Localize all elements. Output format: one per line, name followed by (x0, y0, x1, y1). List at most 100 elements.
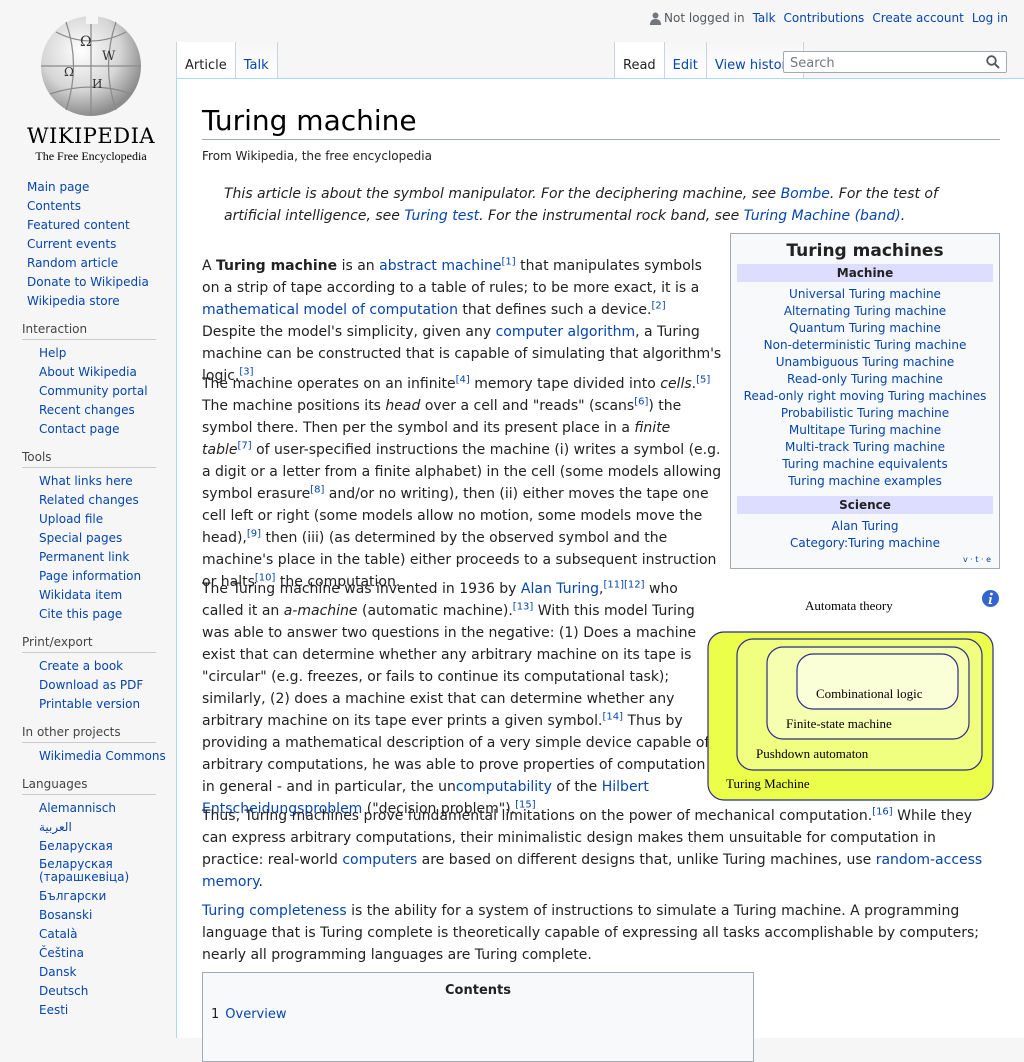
sidebar-item-what-links-here[interactable]: What links here (39, 472, 176, 491)
sidebar-item-lang-1[interactable]: العربية (39, 818, 176, 837)
article-link[interactable]: computers (342, 852, 417, 868)
sidebar-item-alemannisch[interactable]: Alemannisch (39, 799, 176, 818)
hatnote-link-band[interactable]: Turing Machine (band) (744, 208, 901, 224)
article-link[interactable]: Turing completeness (202, 903, 347, 919)
sidebar-item-lang-3[interactable]: Беларуская (тарашкевіца) (39, 856, 176, 887)
sidebar-item-wikipedia-store[interactable]: Wikipedia store (27, 292, 176, 311)
sidebar-tools-list: What links here Related changes Upload fil… (22, 472, 176, 624)
sidebar-item-e-tina[interactable]: Čeština (39, 944, 176, 963)
sidebar-item-lang-4[interactable]: Български (39, 887, 176, 906)
hatnote-text-1: This article is about the symbol manipul… (224, 186, 781, 202)
navbox-link-turing-machine-examples[interactable]: Turing machine examples (788, 474, 942, 488)
sidebar-item-help[interactable]: Help (39, 344, 176, 363)
sidebar-item-random-article[interactable]: Random article (27, 254, 176, 273)
hatnote-link-bombe[interactable]: Bombe (781, 186, 830, 202)
article-link[interactable]: computability (456, 779, 552, 795)
create-account-link[interactable]: Create account (872, 11, 964, 25)
search-icon[interactable] (986, 55, 1000, 69)
citation-ref[interactable]: [16] (872, 806, 893, 817)
citation-ref[interactable]: [1] (502, 256, 516, 267)
hatnote-text-4: . (900, 208, 906, 224)
svg-text:Ω: Ω (64, 65, 74, 79)
contributions-link[interactable]: Contributions (784, 11, 865, 25)
toc-item-overview[interactable]: 1 Overview (211, 1007, 287, 1022)
citation-ref[interactable]: [4] (456, 374, 470, 385)
sidebar-item-label: Català (39, 927, 78, 941)
navbox-link-probabilistic-turing-machine[interactable]: Probabilistic Turing machine (781, 406, 949, 420)
search-input[interactable] (790, 54, 980, 73)
diagram-title: Automata theory (805, 598, 893, 613)
toc-title: Contents (445, 983, 511, 998)
article-link[interactable]: Alan Turing (521, 581, 599, 597)
sidebar-item-community-portal[interactable]: Community portal (39, 382, 176, 401)
navbox-link-unambiguous-turing-machine[interactable]: Unambiguous Turing machine (776, 355, 955, 369)
citation-ref[interactable]: [6] (634, 396, 648, 407)
navbox-link-alternating-turing-machine[interactable]: Alternating Turing machine (784, 304, 946, 318)
wikipedia-logo[interactable]: Ω W Ω И WIKIPEDIA The Free Encyclopedia (18, 10, 164, 163)
sidebar-item-upload-file[interactable]: Upload file (39, 510, 176, 529)
sidebar-item-lang-2[interactable]: Беларуская (39, 837, 176, 856)
article-link[interactable]: computer algorithm (496, 324, 636, 340)
sidebar-item-special-pages[interactable]: Special pages (39, 529, 176, 548)
navbox-vte[interactable]: v · t · e (963, 555, 991, 564)
sidebar-item-create-a-book[interactable]: Create a book (39, 657, 176, 676)
svg-text:Ω: Ω (80, 34, 92, 50)
paragraph-4: Thus, Turing machines prove fundamental … (202, 805, 1000, 893)
sidebar-item-eesti[interactable]: Eesti (39, 1001, 176, 1020)
navbox-link-turing-machine-equivalents[interactable]: Turing machine equivalents (782, 457, 947, 471)
sidebar-item-catal[interactable]: Català (39, 925, 176, 944)
svg-text:И: И (92, 77, 102, 91)
citation-ref[interactable]: [13] (513, 601, 534, 612)
citation-ref[interactable]: [2] (651, 300, 665, 311)
login-link[interactable]: Log in (972, 11, 1008, 25)
tab-talk[interactable]: Talk (235, 42, 278, 78)
sidebar-item-related-changes[interactable]: Related changes (39, 491, 176, 510)
sidebar-item-cite-this-page[interactable]: Cite this page (39, 605, 176, 624)
sidebar-item-dansk[interactable]: Dansk (39, 963, 176, 982)
citation-ref[interactable]: [11][12] (603, 579, 644, 590)
navbox-link-quantum-turing-machine[interactable]: Quantum Turing machine (789, 321, 941, 335)
hatnote-link-turing-test[interactable]: Turing test (404, 208, 479, 224)
citation-ref[interactable]: [8] (310, 484, 324, 495)
sidebar-item-label: Donate to Wikipedia (27, 275, 149, 289)
navbox-title: Turing machines (786, 241, 944, 261)
citation-ref[interactable]: [9] (247, 528, 261, 539)
sidebar-item-contact-page[interactable]: Contact page (39, 420, 176, 439)
sidebar-item-donate-to-wikipedia[interactable]: Donate to Wikipedia (27, 273, 176, 292)
italic-term: a-machine (283, 603, 358, 619)
sidebar-item-page-information[interactable]: Page information (39, 567, 176, 586)
navbox-link-non-deterministic-turing-machine[interactable]: Non-deterministic Turing machine (764, 338, 967, 352)
sidebar-item-wikimedia-commons[interactable]: Wikimedia Commons (39, 747, 176, 766)
sidebar-item-download-as-pdf[interactable]: Download as PDF (39, 676, 176, 695)
citation-ref[interactable]: [5] (696, 374, 710, 385)
info-icon[interactable] (981, 589, 1000, 608)
sidebar-item-permanent-link[interactable]: Permanent link (39, 548, 176, 567)
navbox-link-read-only-right-moving-turing-machines[interactable]: Read-only right moving Turing machines (744, 389, 987, 403)
navbox-link-universal-turing-machine[interactable]: Universal Turing machine (789, 287, 941, 301)
citation-ref[interactable]: [7] (237, 440, 251, 451)
tab-edit[interactable]: Edit (664, 42, 707, 78)
navbox-link-category-turing-machine[interactable]: Category:Turing machine (790, 536, 940, 550)
tab-read[interactable]: Read (614, 42, 665, 78)
sidebar-item-bosanski[interactable]: Bosanski (39, 906, 176, 925)
sidebar-item-current-events[interactable]: Current events (27, 235, 176, 254)
sidebar-item-deutsch[interactable]: Deutsch (39, 982, 176, 1001)
article-link[interactable]: abstract machine (379, 258, 501, 274)
navbox-link-multitape-turing-machine[interactable]: Multitape Turing machine (789, 423, 941, 437)
talk-link[interactable]: Talk (753, 11, 776, 25)
navbox-link-multi-track-turing-machine[interactable]: Multi-track Turing machine (785, 440, 945, 454)
navbox-link-read-only-turing-machine[interactable]: Read-only Turing machine (787, 372, 943, 386)
body-text: is an (337, 258, 380, 274)
navbox-link-alan-turing[interactable]: Alan Turing (832, 519, 899, 533)
sidebar-item-main-page[interactable]: Main page (27, 178, 176, 197)
sidebar-item-contents[interactable]: Contents (27, 197, 176, 216)
body-text: over a cell and "reads" (scans (420, 398, 635, 414)
sidebar-item-featured-content[interactable]: Featured content (27, 216, 176, 235)
sidebar-item-printable-version[interactable]: Printable version (39, 695, 176, 714)
article-link[interactable]: mathematical model of computation (202, 302, 458, 318)
citation-ref[interactable]: [14] (602, 711, 623, 722)
sidebar-item-recent-changes[interactable]: Recent changes (39, 401, 176, 420)
tab-article[interactable]: Article (176, 42, 236, 78)
sidebar-item-about-wikipedia[interactable]: About Wikipedia (39, 363, 176, 382)
sidebar-item-wikidata-item[interactable]: Wikidata item (39, 586, 176, 605)
